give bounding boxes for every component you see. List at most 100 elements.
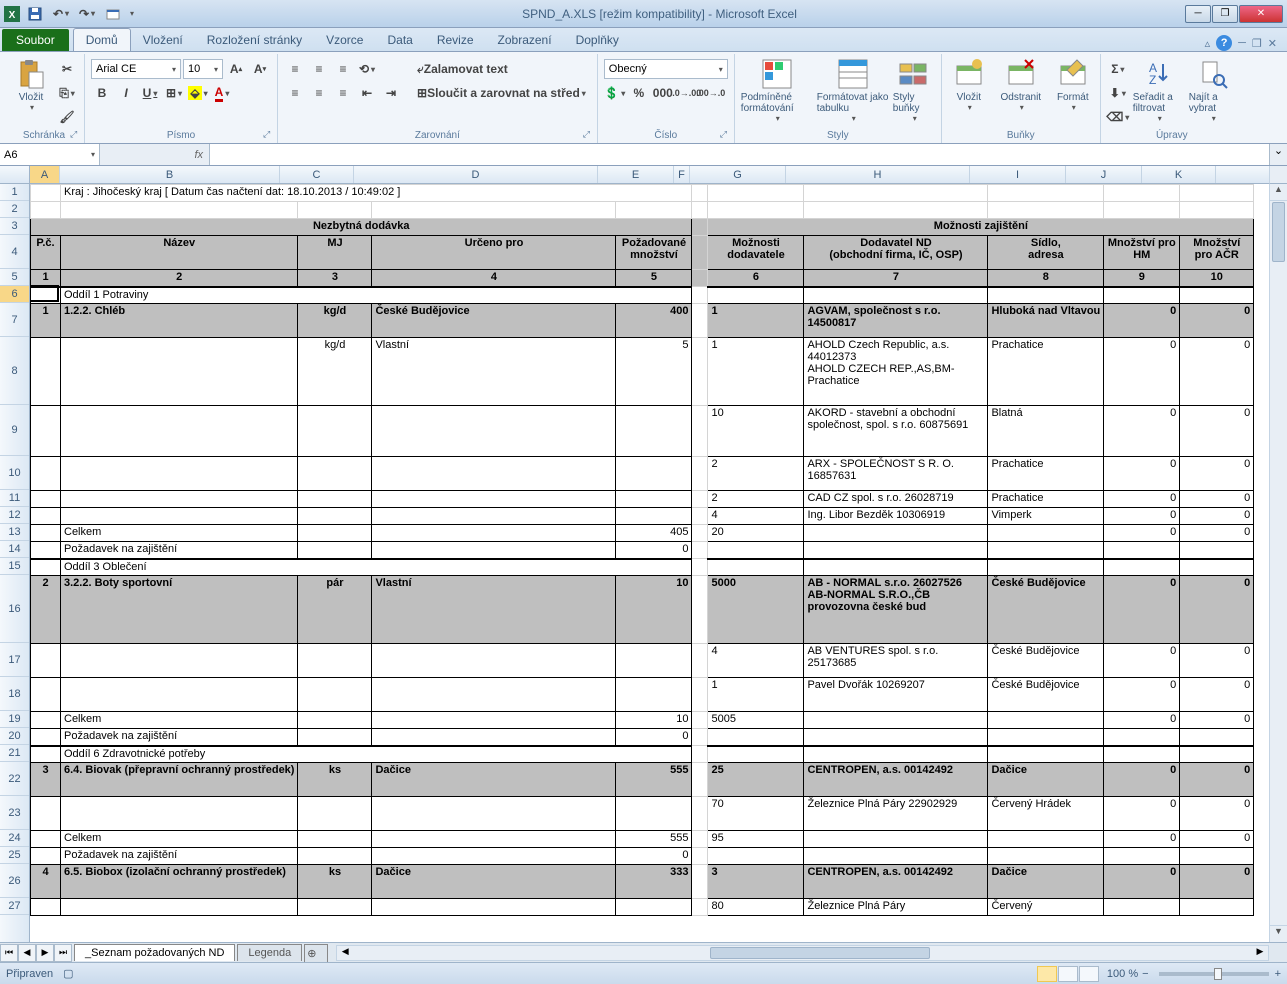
row-header[interactable]: 12	[0, 507, 29, 524]
normal-view-icon[interactable]	[1037, 966, 1057, 982]
dialog-launcher-icon[interactable]: ⤢	[263, 129, 275, 141]
row-header[interactable]: 7	[0, 303, 29, 337]
column-header[interactable]: B	[60, 166, 280, 183]
row-header[interactable]: 20	[0, 728, 29, 745]
row-header[interactable]: 3	[0, 218, 29, 235]
row-header[interactable]: 4	[0, 235, 29, 269]
accounting-format-icon[interactable]: 💲▾	[604, 82, 626, 104]
clear-icon[interactable]: ⌫▾	[1107, 106, 1129, 128]
qat-item-icon[interactable]	[102, 3, 124, 25]
column-header[interactable]: E	[598, 166, 674, 183]
expand-formula-icon[interactable]: ⌄	[1269, 144, 1287, 165]
number-format-select[interactable]: Obecný▾	[604, 59, 728, 79]
format-cells-button[interactable]: Formát▾	[1052, 56, 1094, 128]
decrease-decimal-icon[interactable]: .00→.0	[700, 82, 722, 104]
sheet-tab-legenda[interactable]: Legenda	[237, 944, 302, 961]
column-header[interactable]: C	[280, 166, 354, 183]
font-size-select[interactable]: 10▾	[183, 59, 223, 79]
align-left-icon[interactable]: ≡	[284, 82, 306, 104]
dialog-launcher-icon[interactable]: ⤢	[583, 129, 595, 141]
row-header[interactable]: 16	[0, 575, 29, 643]
macro-record-icon[interactable]: ▢	[63, 967, 73, 980]
minimize-ribbon-icon[interactable]: ▵	[1205, 37, 1211, 50]
format-painter-icon[interactable]: 🖌	[56, 106, 78, 128]
align-center-icon[interactable]: ≡	[308, 82, 330, 104]
restore-button[interactable]: ❐	[1212, 5, 1238, 23]
cell-styles-button[interactable]: Styly buňky▾	[893, 56, 935, 128]
increase-indent-icon[interactable]: ⇥	[380, 82, 402, 104]
tab-view[interactable]: Zobrazení	[486, 29, 564, 51]
format-table-button[interactable]: Formátovat jako tabulku▾	[817, 56, 889, 128]
save-icon[interactable]	[24, 3, 46, 25]
paste-button[interactable]: Vložit▾	[10, 56, 52, 128]
copy-icon[interactable]: ⎘▾	[56, 82, 78, 104]
undo-icon[interactable]: ↶▾	[50, 3, 72, 25]
insert-cells-button[interactable]: Vložit▾	[948, 56, 990, 128]
name-box[interactable]: A6▾	[0, 144, 100, 165]
fill-icon[interactable]: ⬇▾	[1107, 82, 1129, 104]
scroll-thumb[interactable]	[710, 947, 930, 959]
column-header[interactable]: A	[30, 166, 60, 183]
row-header[interactable]: 2	[0, 201, 29, 218]
fill-color-icon[interactable]: ⬙▾	[187, 82, 209, 104]
row-header[interactable]: 19	[0, 711, 29, 728]
font-color-icon[interactable]: A▾	[211, 82, 233, 104]
horizontal-scrollbar[interactable]: ◀ ▶	[336, 945, 1269, 961]
row-header[interactable]: 22	[0, 762, 29, 796]
row-header[interactable]: 5	[0, 269, 29, 286]
delete-cells-button[interactable]: Odstranit▾	[994, 56, 1048, 128]
row-header[interactable]: 27	[0, 898, 29, 915]
row-header[interactable]: 8	[0, 337, 29, 405]
row-header[interactable]: 18	[0, 677, 29, 711]
row-headers[interactable]: 1234567891011121314151617181920212223242…	[0, 184, 30, 942]
column-header[interactable]: H	[786, 166, 970, 183]
column-header[interactable]: D	[354, 166, 598, 183]
merge-center-button[interactable]: ⊞ Sloučit a zarovnat na střed▾	[412, 82, 591, 104]
window-close-icon[interactable]: ✕	[1268, 37, 1277, 50]
dialog-launcher-icon[interactable]: ⤢	[720, 129, 732, 141]
conditional-format-button[interactable]: Podmíněné formátování▾	[741, 56, 813, 128]
column-headers[interactable]: ABCDEFGHIJK	[0, 166, 1269, 184]
help-icon[interactable]: ?	[1216, 35, 1232, 51]
align-middle-icon[interactable]: ≡	[308, 58, 330, 80]
row-header[interactable]: 26	[0, 864, 29, 898]
tab-formulas[interactable]: Vzorce	[314, 29, 375, 51]
row-header[interactable]: 17	[0, 643, 29, 677]
align-right-icon[interactable]: ≡	[332, 82, 354, 104]
sort-filter-button[interactable]: AZSeřadit a filtrovat▾	[1133, 56, 1185, 128]
close-button[interactable]: ✕	[1239, 5, 1283, 23]
scroll-thumb[interactable]	[1272, 202, 1285, 262]
tab-nav-prev-icon[interactable]: ◀	[18, 944, 36, 962]
italic-button[interactable]: I	[115, 82, 137, 104]
page-layout-view-icon[interactable]	[1058, 966, 1078, 982]
orientation-icon[interactable]: ⟲▾	[356, 58, 378, 80]
tab-addins[interactable]: Doplňky	[564, 29, 631, 51]
row-header[interactable]: 24	[0, 830, 29, 847]
font-name-select[interactable]: Arial CE▾	[91, 59, 181, 79]
wrap-text-button[interactable]: ⤶ Zalamovat text	[412, 58, 513, 80]
minimize-button[interactable]: ─	[1185, 5, 1211, 23]
decrease-indent-icon[interactable]: ⇤	[356, 82, 378, 104]
window-restore-icon[interactable]: ❐	[1252, 37, 1262, 50]
tab-data[interactable]: Data	[375, 29, 424, 51]
row-header[interactable]: 9	[0, 405, 29, 456]
vertical-scrollbar[interactable]: ▲ ▼	[1269, 184, 1287, 942]
row-header[interactable]: 13	[0, 524, 29, 541]
tab-home[interactable]: Domů	[73, 28, 131, 51]
column-header[interactable]: J	[1066, 166, 1142, 183]
shrink-font-icon[interactable]: A▾	[249, 58, 271, 80]
borders-icon[interactable]: ⊞▾	[163, 82, 185, 104]
autosum-icon[interactable]: Σ▾	[1107, 58, 1129, 80]
window-minimize-icon[interactable]: ─	[1238, 37, 1246, 49]
row-header[interactable]: 25	[0, 847, 29, 864]
row-header[interactable]: 14	[0, 541, 29, 558]
cells-area[interactable]: Kraj : Jihočeský kraj [ Datum čas načten…	[30, 184, 1269, 942]
row-header[interactable]: 6	[0, 286, 29, 303]
redo-icon[interactable]: ↷▾	[76, 3, 98, 25]
increase-decimal-icon[interactable]: .0→.00	[676, 82, 698, 104]
tab-nav-last-icon[interactable]: ⏭	[54, 944, 72, 962]
row-header[interactable]: 1	[0, 184, 29, 201]
zoom-out-icon[interactable]: −	[1142, 968, 1148, 980]
zoom-level[interactable]: 100 %	[1107, 968, 1138, 980]
comma-format-icon[interactable]: 000	[652, 82, 674, 104]
